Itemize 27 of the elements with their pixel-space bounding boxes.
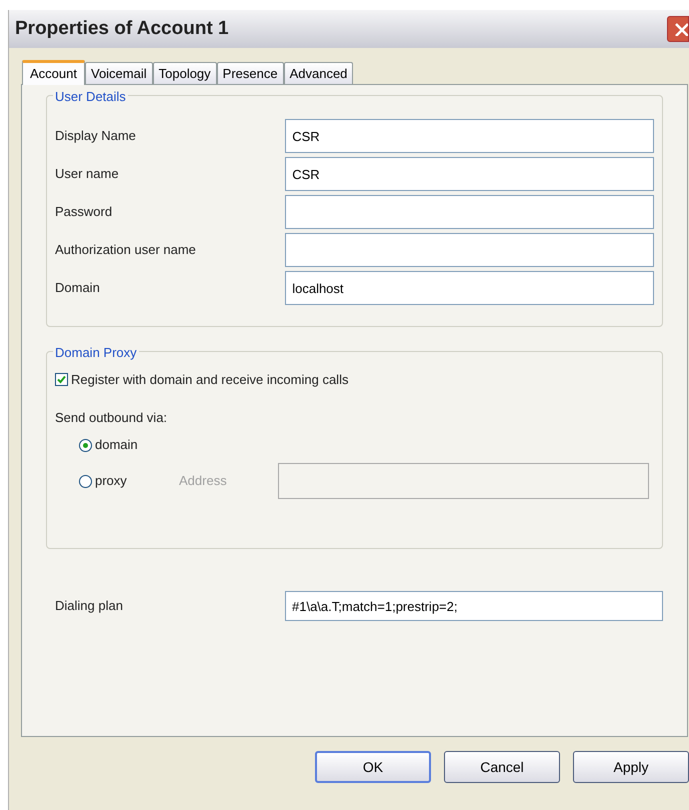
- radio-button[interactable]: proxy: [79, 471, 179, 491]
- tab[interactable]: Voicemail: [84, 62, 153, 84]
- field-label: Domain: [55, 279, 101, 298]
- radio-button[interactable]: domain: [79, 435, 179, 455]
- dialog-button[interactable]: Apply: [573, 751, 689, 783]
- input-field[interactable]: #1\a\a.T;match=1;prestrip=2;: [285, 591, 663, 621]
- input-field[interactable]: CSR: [285, 157, 654, 191]
- field-label: Display Name: [55, 127, 137, 146]
- input-field[interactable]: CSR: [285, 119, 654, 153]
- input-field[interactable]: localhost: [285, 271, 654, 305]
- section-label: Send outbound via:: [55, 408, 168, 426]
- checkbox-label: Register with domain and receive incoming calls: [71, 371, 348, 389]
- tab[interactable]: Presence: [216, 62, 284, 84]
- field-label: Authorization user name: [55, 241, 197, 260]
- dialog-button[interactable]: OK: [315, 751, 431, 783]
- tab[interactable]: Account: [22, 60, 85, 85]
- field-label: Dialing plan: [55, 597, 124, 616]
- field-label: Address: [179, 472, 228, 490]
- radio-label: domain: [95, 436, 138, 454]
- radio-label: proxy: [95, 472, 127, 490]
- dialog-button[interactable]: Cancel: [444, 751, 560, 783]
- window-title: Properties of Account 1: [15, 16, 229, 41]
- field-label: User name: [55, 165, 120, 184]
- checkbox[interactable]: Register with domain and receive incoming calls: [55, 370, 654, 390]
- tab[interactable]: Advanced: [284, 62, 354, 84]
- tab[interactable]: Topology: [152, 62, 217, 84]
- field-label: Password: [55, 203, 114, 222]
